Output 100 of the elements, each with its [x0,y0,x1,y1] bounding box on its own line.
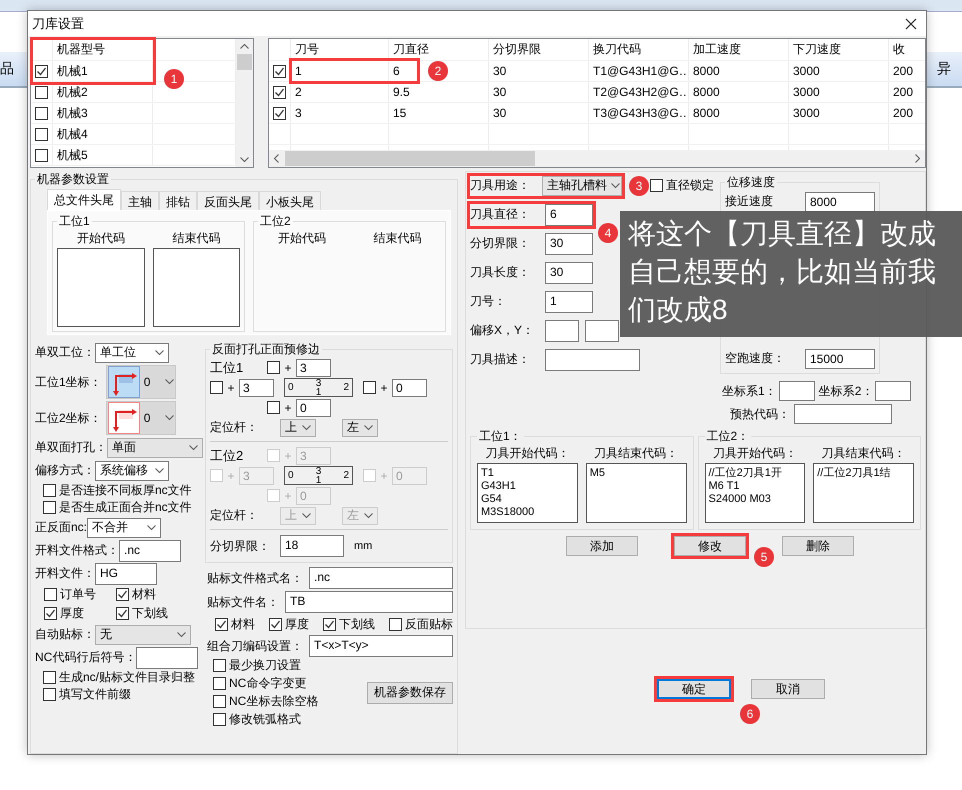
checkbox[interactable] [43,484,56,497]
checkbox[interactable] [35,86,48,98]
tab[interactable]: 反面头尾 [197,191,259,210]
checkbox[interactable] [389,618,402,630]
checkbox[interactable] [273,64,286,78]
checkbox[interactable] [273,86,286,98]
checkbox[interactable] [213,659,226,672]
checkbox-label[interactable]: 直径锁定 [666,177,714,194]
action-button[interactable]: 删除 [782,536,854,556]
text-field[interactable] [585,320,619,342]
checkbox[interactable] [363,381,376,394]
number-field[interactable]: 3 [239,378,274,396]
code-textarea[interactable]: M5 [586,463,686,523]
checkbox[interactable] [35,106,48,120]
checkbox[interactable] [215,618,228,630]
list-item[interactable]: 机械4 [57,126,88,142]
code-textarea[interactable]: T1 G43H1 G54 M3S18000 [477,463,578,523]
dropdown[interactable]: 主轴孔槽料 [542,176,622,196]
text-field[interactable]: .nc [309,567,453,589]
text-field[interactable] [794,404,892,424]
checkbox-label[interactable]: 厚度 [285,616,309,632]
checkbox-label[interactable]: 下划线 [339,616,375,632]
checkbox[interactable] [116,607,129,620]
dropdown[interactable]: 单工位 [95,342,169,362]
checkbox[interactable] [44,607,57,620]
checkbox-label[interactable]: NC命令字变更 [229,675,306,692]
code-textarea[interactable]: //工位2刀具1结 [813,463,914,523]
position-diagram[interactable]: 0 3 1 2 [284,378,353,397]
list-item[interactable]: 机械2 [57,84,88,100]
dialog-button[interactable]: 确定 [657,679,731,699]
checkbox[interactable] [213,713,226,726]
text-field[interactable]: .nc [119,540,181,562]
dropdown[interactable]: 不合并 [87,518,162,538]
checkbox[interactable] [116,588,129,601]
action-button[interactable]: 添加 [566,536,638,556]
checkbox[interactable] [323,618,336,630]
dropdown[interactable]: 左 [342,418,378,436]
checkbox[interactable] [213,695,226,708]
checkbox[interactable] [267,361,280,374]
checkbox-label[interactable]: 是否生成正面合并nc文件 [59,499,192,516]
checkbox-label[interactable]: 最少换刀设置 [229,657,301,674]
text-field[interactable]: 1 [545,290,593,312]
checkbox[interactable] [35,148,48,162]
checkbox[interactable] [267,401,280,414]
save-button[interactable]: 机器参数保存 [367,682,453,704]
vertical-scrollbar[interactable] [236,39,253,167]
checkbox-label[interactable]: 是否连接不同板厚nc文件 [59,482,192,499]
tab[interactable]: 总文件头尾 [47,189,121,210]
text-field[interactable]: 30 [545,232,593,254]
checkbox-label[interactable]: 生成nc/贴标文件目录归整 [59,669,196,686]
coordinate-picker[interactable]: 0 [106,365,176,399]
checkbox-label[interactable]: 厚度 [60,605,84,622]
text-field[interactable] [875,381,912,401]
checkbox[interactable] [35,128,48,140]
tab[interactable]: 小板头尾 [259,191,321,210]
checkbox[interactable] [210,381,223,394]
checkbox-label[interactable]: 反面贴标 [405,616,453,632]
dropdown[interactable]: 无 [95,624,191,644]
checkbox[interactable] [650,179,663,192]
text-field[interactable]: HG [95,562,157,584]
checkbox-label[interactable]: 订单号 [60,586,96,603]
scroll-thumb[interactable] [237,54,252,70]
tab[interactable]: 主轴 [121,191,159,210]
text-field[interactable] [778,381,815,401]
tab[interactable]: 排钻 [159,191,197,210]
checkbox-label[interactable]: 填写文件前缀 [59,686,131,703]
text-field[interactable]: 18 [280,535,344,557]
text-field[interactable]: TB [285,591,453,613]
checkbox[interactable] [213,677,226,690]
action-button[interactable]: 修改 [674,536,746,556]
checkbox[interactable] [44,588,57,601]
checkbox-label[interactable]: 材料 [132,586,156,603]
text-field[interactable]: 6 [545,204,593,226]
code-textarea[interactable] [152,248,240,327]
dropdown[interactable]: 系统偏移 [95,460,169,480]
checkbox-label[interactable]: NC坐标去除空格 [229,693,318,710]
checkbox-label[interactable]: 下划线 [132,605,168,622]
checkbox[interactable] [43,671,56,684]
text-field[interactable]: 8000 [805,192,875,212]
number-field[interactable]: 0 [296,398,331,416]
checkbox[interactable] [43,688,56,701]
checkbox-label[interactable]: 修改铣弧格式 [229,711,301,728]
checkbox[interactable] [269,618,282,630]
checkbox-label[interactable]: 材料 [231,616,255,632]
text-field[interactable]: 15000 [805,348,875,368]
number-field[interactable]: 3 [296,358,331,376]
horizontal-scrollbar[interactable] [269,150,925,167]
text-field[interactable] [545,320,579,342]
text-field[interactable] [136,646,198,668]
dropdown[interactable]: 单面 [107,438,203,458]
list-item[interactable]: 机械5 [57,146,88,164]
checkbox[interactable] [273,106,286,120]
text-field[interactable]: T<x>T<y> [309,635,453,657]
code-textarea[interactable]: //工位2刀具1开 M6 T1 S24000 M03 [704,463,806,523]
dropdown[interactable]: 上 [280,418,316,436]
scroll-thumb[interactable] [285,151,535,166]
code-textarea[interactable] [57,248,144,327]
dialog-button[interactable]: 取消 [751,679,825,699]
text-field[interactable] [545,348,640,370]
checkbox[interactable] [35,64,48,78]
